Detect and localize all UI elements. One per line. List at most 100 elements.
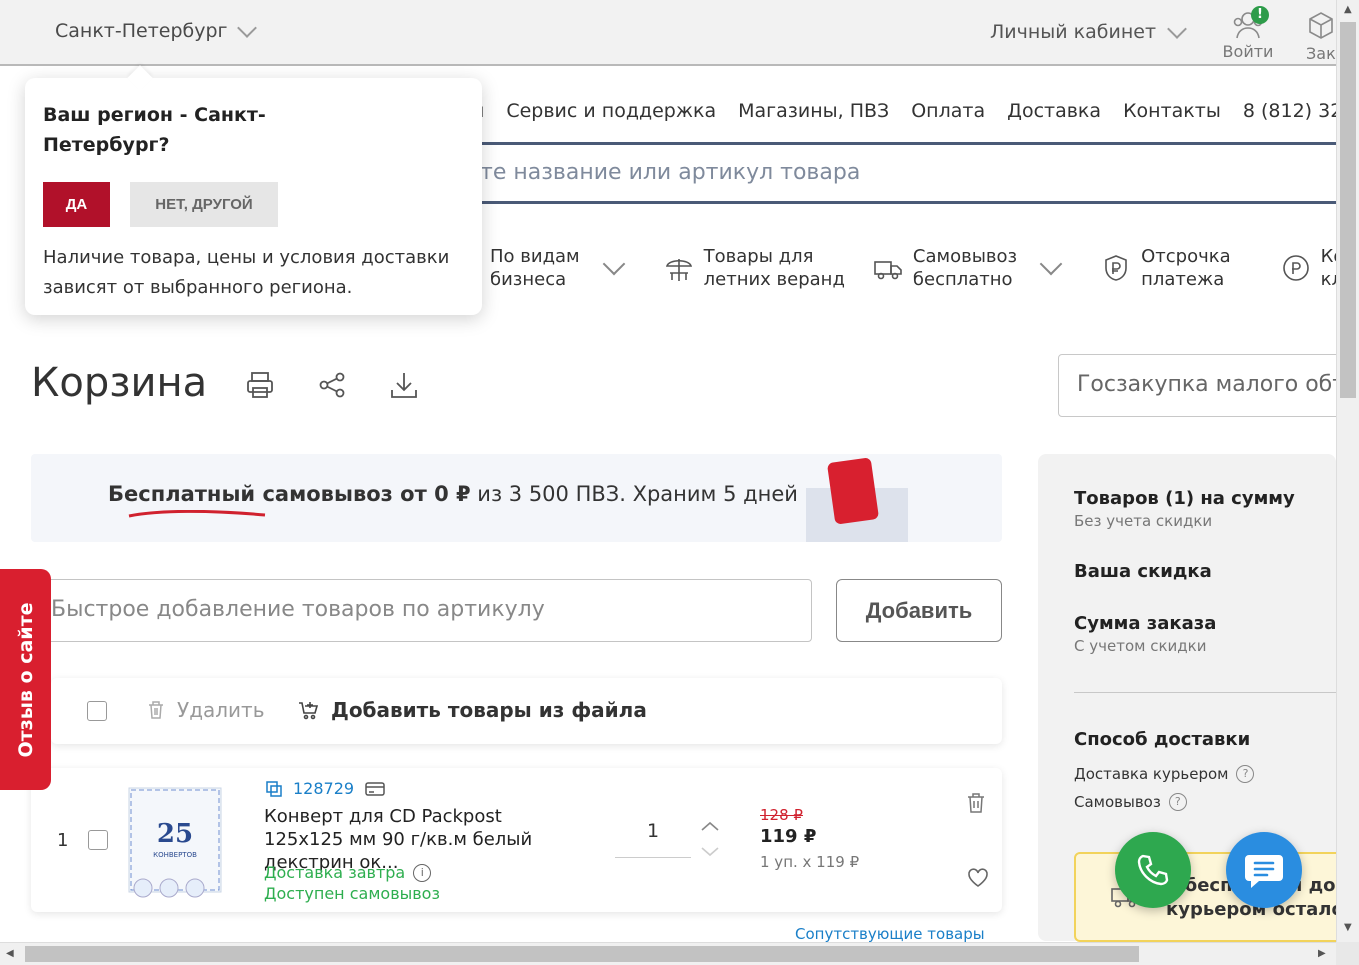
- feedback-tab[interactable]: Отзыв о сайте: [0, 569, 51, 790]
- thumb-word: КОНВЕРТОВ: [153, 851, 197, 859]
- pickup-banner[interactable]: Бесплатный самовывоз от 0 ₽ из 3 500 ПВЗ…: [31, 454, 1002, 542]
- related-products-link[interactable]: Сопутствующие товары: [795, 925, 985, 943]
- login-label: Войти: [1222, 42, 1274, 61]
- quantity-stepper[interactable]: [699, 820, 721, 860]
- category-veranda[interactable]: Товары для летних веранд: [664, 245, 845, 291]
- category-business[interactable]: По видам бизнеса: [490, 245, 636, 291]
- download-icon[interactable]: [389, 370, 419, 400]
- pickup-available: Доступен самовывоз: [264, 884, 440, 903]
- category-label: Самовывоз: [912, 246, 1018, 267]
- items-total-sub: Без учета скидки: [1074, 512, 1213, 530]
- nav-item-delivery[interactable]: Доставка: [1007, 100, 1101, 122]
- scrollbar-corner: [1336, 942, 1359, 965]
- option-label: Самовывоз: [1074, 793, 1161, 811]
- current-price: 119 ₽: [760, 826, 817, 847]
- select-all-checkbox[interactable]: [87, 701, 107, 721]
- chat-button[interactable]: [1226, 832, 1302, 908]
- price-block: 128 ₽ 119 ₽ 1 уп. x 119 ₽: [760, 806, 859, 871]
- login-button[interactable]: ! Войти: [1222, 6, 1274, 61]
- item-index: 1: [57, 830, 69, 851]
- user-group-icon: !: [1231, 6, 1269, 42]
- change-region-button[interactable]: НЕТ, ДРУГОЙ: [130, 182, 278, 227]
- copy-icon[interactable]: [265, 780, 283, 798]
- chevron-down-icon: [1039, 252, 1063, 276]
- nav-item-service[interactable]: Сервис и поддержка: [506, 100, 716, 122]
- chevron-down-icon: [602, 252, 625, 276]
- chat-icon: [1245, 855, 1283, 888]
- nav-item-payment[interactable]: Оплата: [911, 100, 985, 122]
- trash-icon[interactable]: [966, 792, 986, 814]
- discount-label: Ваша скидка: [1074, 561, 1212, 582]
- delivery-box-icon: [826, 457, 880, 525]
- box-icon: [1309, 12, 1333, 39]
- delivery-method-label: Способ доставки: [1074, 729, 1251, 750]
- article-number[interactable]: 128729: [293, 779, 354, 798]
- main-nav: м Сервис и поддержка Магазины, ПВЗ Оплат…: [470, 100, 1359, 122]
- page-title: Корзина: [31, 360, 208, 406]
- city-selector[interactable]: Санкт-Петербург: [55, 18, 257, 42]
- cart-item: 1 25 КОНВЕРТОВ 128729 Конверт для CD Pac…: [31, 768, 1002, 912]
- ruble-circle-icon: [1282, 255, 1309, 281]
- product-image[interactable]: 25 КОНВЕРТОВ: [121, 780, 229, 900]
- chevron-down-icon: [236, 18, 257, 38]
- banner-underline: [128, 510, 266, 518]
- personal-account-label: Личный кабинет: [990, 21, 1157, 43]
- delete-selected-button[interactable]: Удалить: [147, 698, 265, 722]
- info-icon[interactable]: i: [413, 863, 432, 882]
- vertical-scroll-thumb[interactable]: [1340, 22, 1356, 398]
- share-icon[interactable]: [317, 370, 347, 400]
- items-total-label: Товаров (1) на сумму: [1074, 488, 1295, 509]
- delivery-option-pickup[interactable]: Самовывоз ?: [1074, 793, 1187, 811]
- region-popup: Ваш регион - Санкт-Петербург? ДА НЕТ, ДР…: [25, 78, 482, 315]
- scroll-up-icon[interactable]: ▲: [1344, 4, 1352, 15]
- quantity-input[interactable]: 1: [615, 820, 691, 858]
- scroll-left-icon[interactable]: ◀: [6, 948, 14, 959]
- option-label: Доставка курьером: [1074, 765, 1229, 783]
- delivery-option-courier[interactable]: Доставка курьером ?: [1074, 765, 1255, 783]
- call-button[interactable]: [1115, 832, 1191, 908]
- heart-icon[interactable]: [967, 868, 989, 888]
- cart-toolbar: Удалить Добавить товары из файла: [51, 678, 1002, 744]
- category-pickup[interactable]: Самовывоз бесплатно: [873, 245, 1073, 291]
- ruble-shield-icon: [1105, 255, 1127, 281]
- vertical-scrollbar[interactable]: ▲ ▼: [1336, 0, 1359, 942]
- notification-badge: !: [1251, 6, 1269, 24]
- help-icon[interactable]: ?: [1168, 793, 1187, 811]
- nav-item-stores[interactable]: Магазины, ПВЗ: [738, 100, 889, 122]
- scroll-right-icon[interactable]: ▶: [1318, 948, 1326, 959]
- add-from-file-label: Добавить товары из файла: [331, 698, 647, 722]
- banner-text: Бесплатный самовывоз от 0 ₽ из 3 500 ПВЗ…: [108, 482, 798, 506]
- gov-purchase-select[interactable]: Госзакупка малого объ: [1058, 354, 1348, 417]
- category-bar: По видам бизнеса Товары для летних веранд …: [490, 245, 1344, 291]
- old-price: 128 ₽: [760, 806, 803, 824]
- cart-add-icon: [299, 702, 319, 720]
- quick-add-input[interactable]: Быстрое добавление товаров по артикулу: [40, 579, 812, 642]
- nav-item-contacts[interactable]: Контакты: [1123, 100, 1221, 122]
- add-button[interactable]: Добавить: [836, 579, 1002, 642]
- horizontal-scroll-thumb[interactable]: [25, 946, 1139, 962]
- city-label: Санкт-Петербург: [55, 20, 228, 42]
- feedback-label: Отзыв о сайте: [14, 602, 37, 757]
- category-label: летних веранд: [703, 269, 845, 290]
- scroll-down-icon[interactable]: ▼: [1344, 922, 1352, 933]
- category-other[interactable]: Ко кл: [1281, 245, 1344, 291]
- thumb-number: 25: [157, 819, 193, 849]
- item-checkbox[interactable]: [88, 830, 108, 850]
- help-icon[interactable]: ?: [1236, 765, 1255, 783]
- category-label: бизнеса: [490, 269, 567, 290]
- page: Санкт-Петербург Личный кабинет ! Войти З…: [0, 0, 1359, 965]
- category-label: По видам: [490, 246, 580, 267]
- personal-account-menu[interactable]: Личный кабинет: [990, 19, 1187, 43]
- chevron-down-icon: [1167, 19, 1187, 39]
- category-deferred-payment[interactable]: Отсрочка платежа: [1101, 245, 1231, 291]
- region-note: Наличие товара, цены и условия доставки …: [43, 247, 450, 298]
- horizontal-scrollbar[interactable]: ◀ ▶: [0, 942, 1336, 965]
- search-input[interactable]: те название или артикул товара: [470, 142, 1336, 204]
- confirm-region-button[interactable]: ДА: [43, 182, 110, 227]
- add-from-file-button[interactable]: Добавить товары из файла: [297, 698, 647, 722]
- truck-icon: [874, 261, 902, 280]
- article-row: 128729: [265, 779, 386, 798]
- top-bar: Санкт-Петербург Личный кабинет ! Войти З…: [0, 0, 1336, 66]
- print-icon[interactable]: [245, 370, 275, 400]
- delivery-tomorrow: Доставка завтра: [264, 863, 406, 882]
